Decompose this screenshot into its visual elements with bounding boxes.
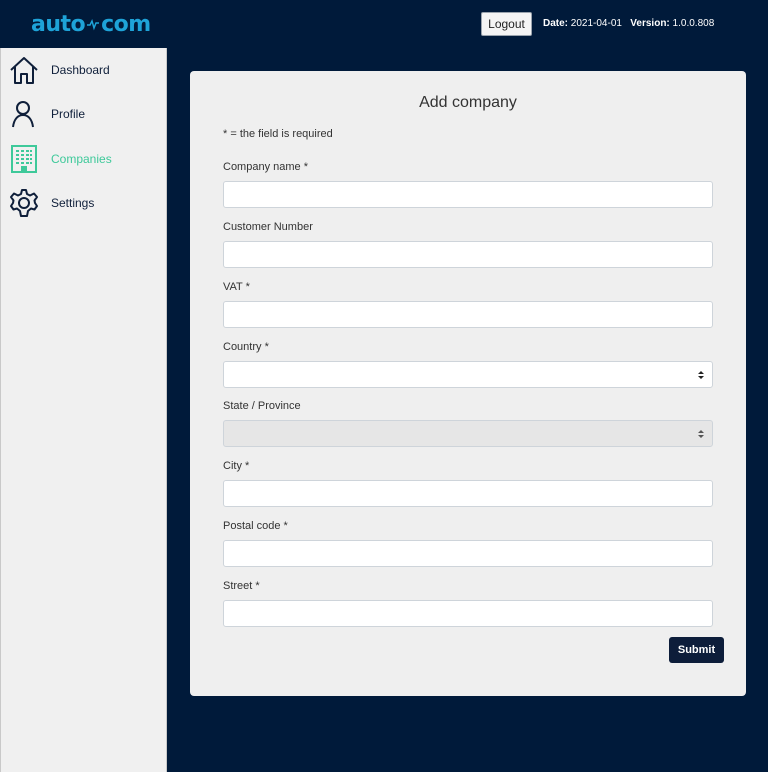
sidebar-item-label: Settings: [51, 196, 95, 210]
logo-text-auto: auto: [31, 11, 86, 37]
required-note: * = the field is required: [223, 128, 333, 140]
autocom-logo[interactable]: auto com: [31, 9, 151, 39]
street-input[interactable]: [223, 600, 713, 627]
postal-code-label: Postal code *: [223, 520, 288, 532]
top-header: auto com Logout Date: 2021-04-01 Version…: [0, 0, 768, 48]
submit-button[interactable]: Submit: [669, 637, 724, 663]
customer-number-label: Customer Number: [223, 221, 313, 233]
country-select[interactable]: [223, 361, 713, 388]
sidebar-item-profile[interactable]: Profile: [1, 94, 167, 134]
sidebar: Dashboard Profile Companies Settings: [0, 48, 167, 772]
person-icon: [12, 101, 34, 128]
state-province-label: State / Province: [223, 400, 301, 412]
home-icon: [10, 57, 38, 84]
logo-text-com: com: [101, 11, 151, 37]
logo-signal-icon: [87, 18, 100, 31]
sidebar-item-settings[interactable]: Settings: [1, 183, 167, 223]
select-arrows-icon: [698, 430, 704, 438]
sidebar-item-dashboard[interactable]: Dashboard: [1, 50, 167, 90]
date-label: Date:: [543, 18, 569, 29]
company-name-input[interactable]: [223, 181, 713, 208]
city-label: City *: [223, 460, 250, 472]
city-input[interactable]: [223, 480, 713, 507]
gear-icon: [10, 189, 38, 217]
add-company-form: Add company * = the field is required Co…: [190, 71, 746, 696]
version-label: Version:: [630, 18, 670, 29]
sidebar-item-label: Dashboard: [51, 63, 110, 77]
sidebar-item-label: Profile: [51, 107, 86, 121]
street-label: Street *: [223, 580, 260, 592]
date-value: 2021-04-01: [570, 18, 622, 29]
select-arrows-icon: [698, 371, 704, 379]
state-province-select: [223, 420, 713, 447]
build-info: Date: 2021-04-01 Version: 1.0.0.808: [543, 18, 714, 29]
country-label: Country *: [223, 341, 269, 353]
version-value: 1.0.0.808: [672, 18, 715, 29]
vat-input[interactable]: [223, 301, 713, 328]
sidebar-item-companies[interactable]: Companies: [1, 139, 167, 179]
vat-label: VAT *: [223, 281, 250, 293]
company-name-label: Company name *: [223, 161, 308, 173]
logout-button[interactable]: Logout: [481, 12, 532, 36]
sidebar-item-label: Companies: [51, 152, 112, 166]
building-icon: [11, 145, 37, 173]
form-title: Add company: [419, 94, 517, 111]
customer-number-input[interactable]: [223, 241, 713, 268]
postal-code-input[interactable]: [223, 540, 713, 567]
